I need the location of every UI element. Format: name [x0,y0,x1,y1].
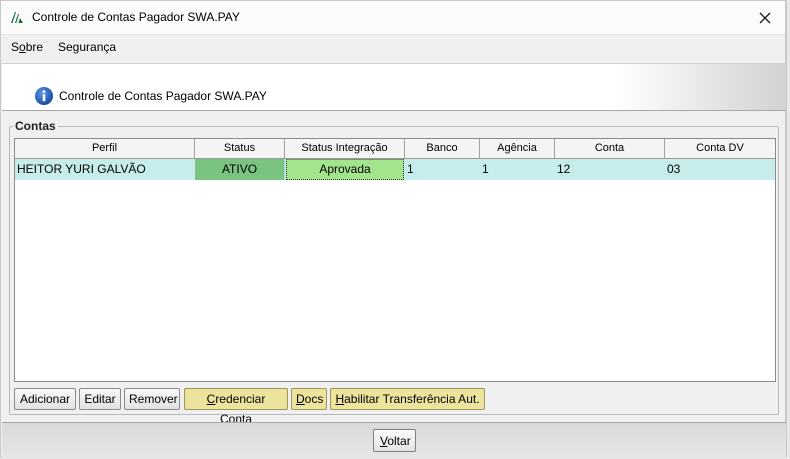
habilitar-mnemonic: H [335,392,345,406]
habilitar-transferencia-button[interactable]: Habilitar Transferência Aut. [330,388,485,410]
column-header-conta[interactable]: Conta [555,139,665,158]
header-title: Controle de Contas Pagador SWA.PAY [59,89,267,103]
cell-banco: 1 [407,162,414,176]
table-row[interactable]: HEITOR YURI GALVÃO ATIVO Aprovada 1 1 12… [15,159,775,180]
column-header-conta-dv[interactable]: Conta DV [665,139,775,158]
menu-seguranca[interactable]: Segurança [58,40,116,54]
back-button[interactable]: Voltar [373,429,416,452]
menu-sobre-mnemonic: o [19,40,26,54]
menu-bar: Sobre Segurança [1,35,785,59]
remove-button[interactable]: Remover [124,388,180,410]
menu-sobre-label-end: bre [25,40,44,54]
cell-conta: 12 [557,162,571,176]
cell-status-badge: ATIVO [195,159,285,180]
docs-label: ocs [304,392,324,406]
background-window-edge [786,0,790,458]
column-header-perfil[interactable]: Perfil [15,139,195,158]
credenciar-mnemonic: C [206,392,216,406]
app-logo-icon [11,12,23,23]
accounts-group-label: Contas [13,119,58,133]
menu-sobre[interactable]: Sobre [11,40,43,54]
add-button[interactable]: Adicionar [14,388,76,410]
column-header-status[interactable]: Status [195,139,285,158]
habilitar-label: abilitar Transferência Aut. [344,392,480,406]
menu-seguranca-label: Segurança [58,40,117,54]
voltar-label: oltar [387,434,411,448]
docs-button[interactable]: Docs [291,388,327,410]
accounts-table[interactable]: Perfil Status Status Integração Banco Ag… [14,138,776,382]
close-icon [759,12,771,23]
close-button[interactable] [745,1,785,34]
cell-conta-dv: 03 [667,162,681,176]
column-header-status-integracao[interactable]: Status Integração [285,139,405,158]
credenciar-label: redenciar Conta [215,392,266,426]
credenciar-conta-button[interactable]: Credenciar Conta [184,388,288,426]
cell-perfil: HEITOR YURI GALVÃO [17,162,146,176]
cell-agencia: 1 [482,162,489,176]
cell-status-integracao-badge: Aprovada [286,159,404,180]
docs-mnemonic: D [296,392,305,406]
window-title: Controle de Contas Pagador SWA.PAY [32,10,240,24]
info-icon [35,87,53,105]
column-header-banco[interactable]: Banco [405,139,480,158]
menu-sobre-label-start: S [11,40,20,54]
edit-button[interactable]: Editar [79,388,121,410]
app-window: Controle de Contas Pagador SWA.PAY Sobre… [0,0,786,459]
column-header-agencia[interactable]: Agência [480,139,555,158]
title-bar[interactable]: Controle de Contas Pagador SWA.PAY [1,1,785,35]
header-panel: Controle de Contas Pagador SWA.PAY [2,63,786,111]
table-header: Perfil Status Status Integração Banco Ag… [15,139,775,159]
